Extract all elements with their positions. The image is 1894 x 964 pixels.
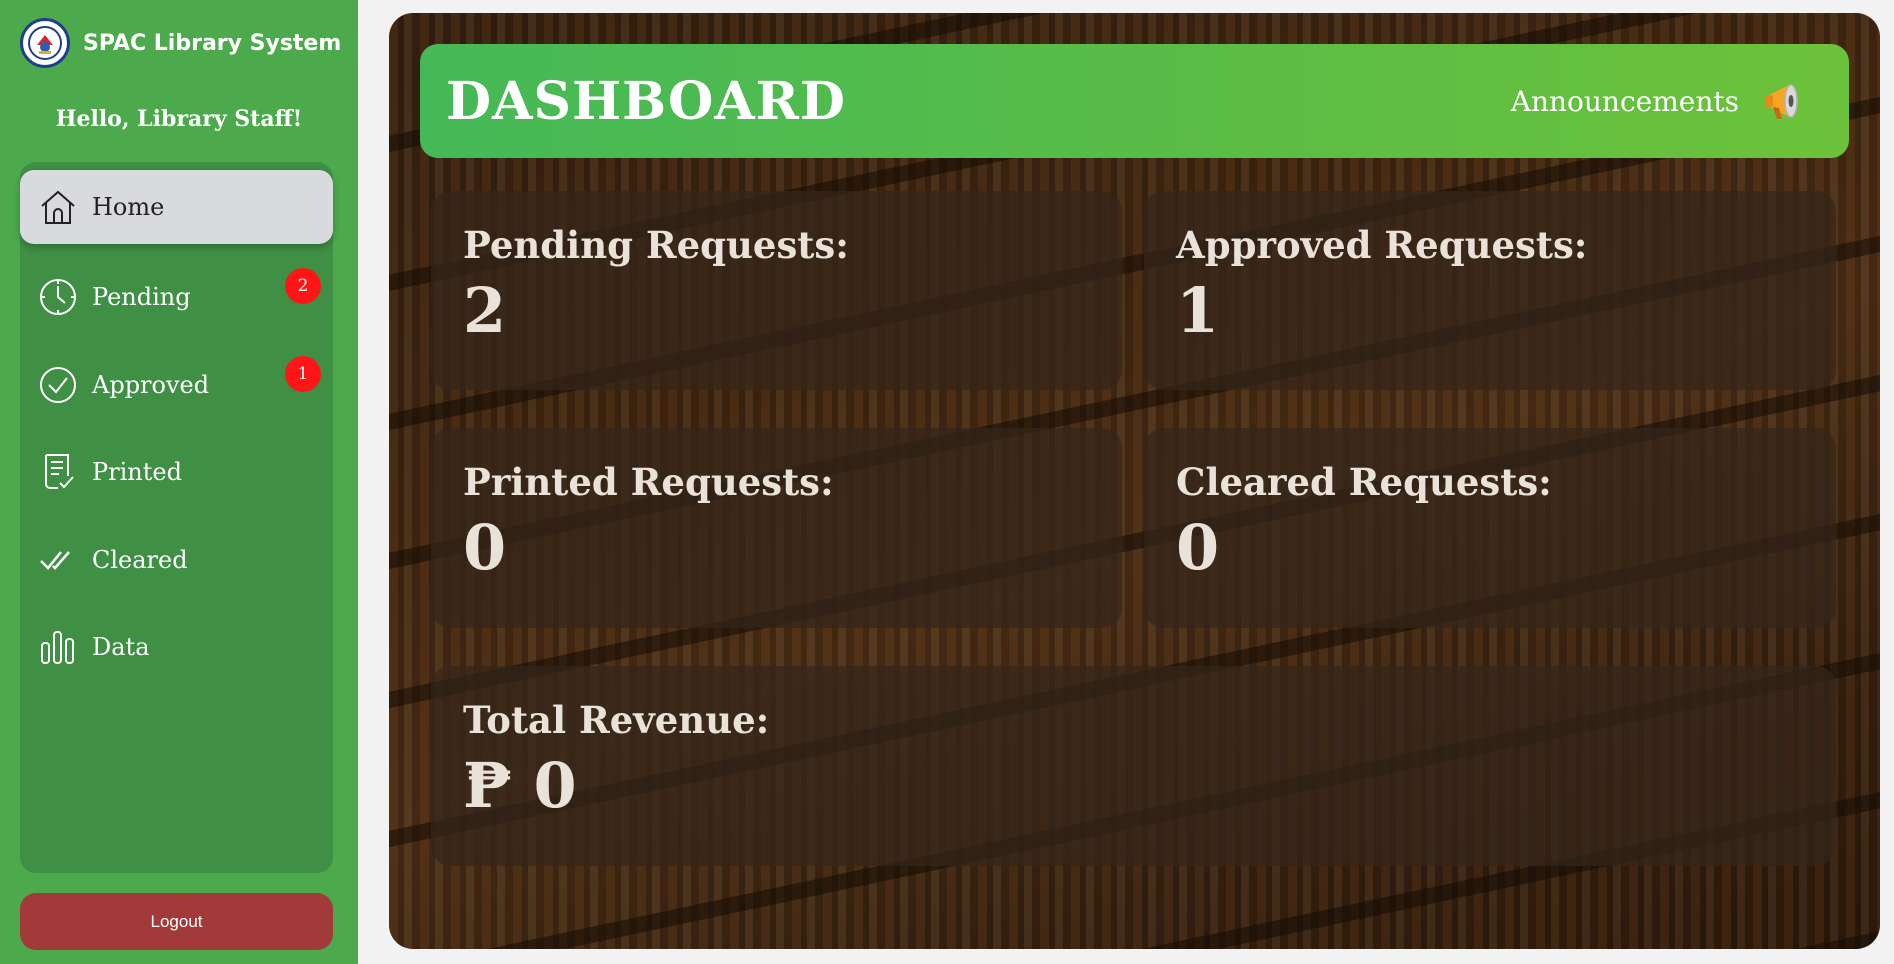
bar-chart-icon xyxy=(38,627,78,667)
check-circle-icon xyxy=(38,365,78,405)
school-logo-icon xyxy=(20,18,70,68)
sidebar-item-pending[interactable]: Pending 2 xyxy=(20,260,333,334)
card-value: 2 xyxy=(463,274,507,347)
card-label: Pending Requests: xyxy=(463,223,849,267)
approved-requests-card[interactable]: Approved Requests: 1 xyxy=(1144,191,1836,390)
announcements-button[interactable]: Announcements xyxy=(1511,77,1809,125)
sidebar-item-cleared[interactable]: Cleared xyxy=(20,523,333,597)
app-title: SPAC Library System xyxy=(83,30,342,56)
cleared-requests-card[interactable]: Cleared Requests: 0 xyxy=(1144,428,1836,628)
dashboard-header: DASHBOARD Announcements xyxy=(420,44,1849,158)
printed-requests-card[interactable]: Printed Requests: 0 xyxy=(431,428,1122,628)
home-icon xyxy=(38,187,78,227)
card-value: 0 xyxy=(1176,511,1220,584)
pending-requests-card[interactable]: Pending Requests: 2 xyxy=(431,191,1122,390)
greeting: Hello, Library Staff! xyxy=(55,106,303,132)
pending-count-badge: 2 xyxy=(285,268,321,304)
main-content: DASHBOARD Announcements Pending Requests… xyxy=(389,13,1880,949)
sidebar-item-label: Home xyxy=(92,193,165,221)
sidebar-item-label: Approved xyxy=(92,371,210,399)
card-value: ₱ 0 xyxy=(463,749,577,822)
sidebar-item-approved[interactable]: Approved 1 xyxy=(20,348,333,422)
card-value: 0 xyxy=(463,511,507,584)
clock-icon xyxy=(38,277,78,317)
brand: SPAC Library System xyxy=(20,18,341,68)
logout-button[interactable]: Logout xyxy=(20,893,333,950)
approved-count-badge: 1 xyxy=(285,356,321,392)
sidebar-item-label: Printed xyxy=(92,458,182,486)
nav-panel: Home Pending 2 Approved 1 Printed Cleare… xyxy=(20,162,333,873)
card-label: Printed Requests: xyxy=(463,460,834,504)
sidebar-item-label: Cleared xyxy=(92,546,188,574)
card-label: Cleared Requests: xyxy=(1176,460,1552,504)
sidebar-item-label: Pending xyxy=(92,283,191,311)
megaphone-icon xyxy=(1765,84,1798,119)
sidebar-item-label: Data xyxy=(92,633,150,661)
total-revenue-card[interactable]: Total Revenue: ₱ 0 xyxy=(431,666,1836,866)
sidebar: SPAC Library System Hello, Library Staff… xyxy=(0,0,358,964)
sidebar-item-data[interactable]: Data xyxy=(20,610,333,684)
announcements-label: Announcements xyxy=(1510,84,1739,118)
card-label: Total Revenue: xyxy=(463,698,770,742)
double-check-icon xyxy=(38,540,78,580)
page-title: DASHBOARD xyxy=(446,70,846,132)
sidebar-item-home[interactable]: Home xyxy=(20,170,333,244)
card-value: 1 xyxy=(1176,274,1220,347)
card-label: Approved Requests: xyxy=(1176,223,1588,267)
printed-document-icon xyxy=(38,452,78,492)
sidebar-item-printed[interactable]: Printed xyxy=(20,435,333,509)
